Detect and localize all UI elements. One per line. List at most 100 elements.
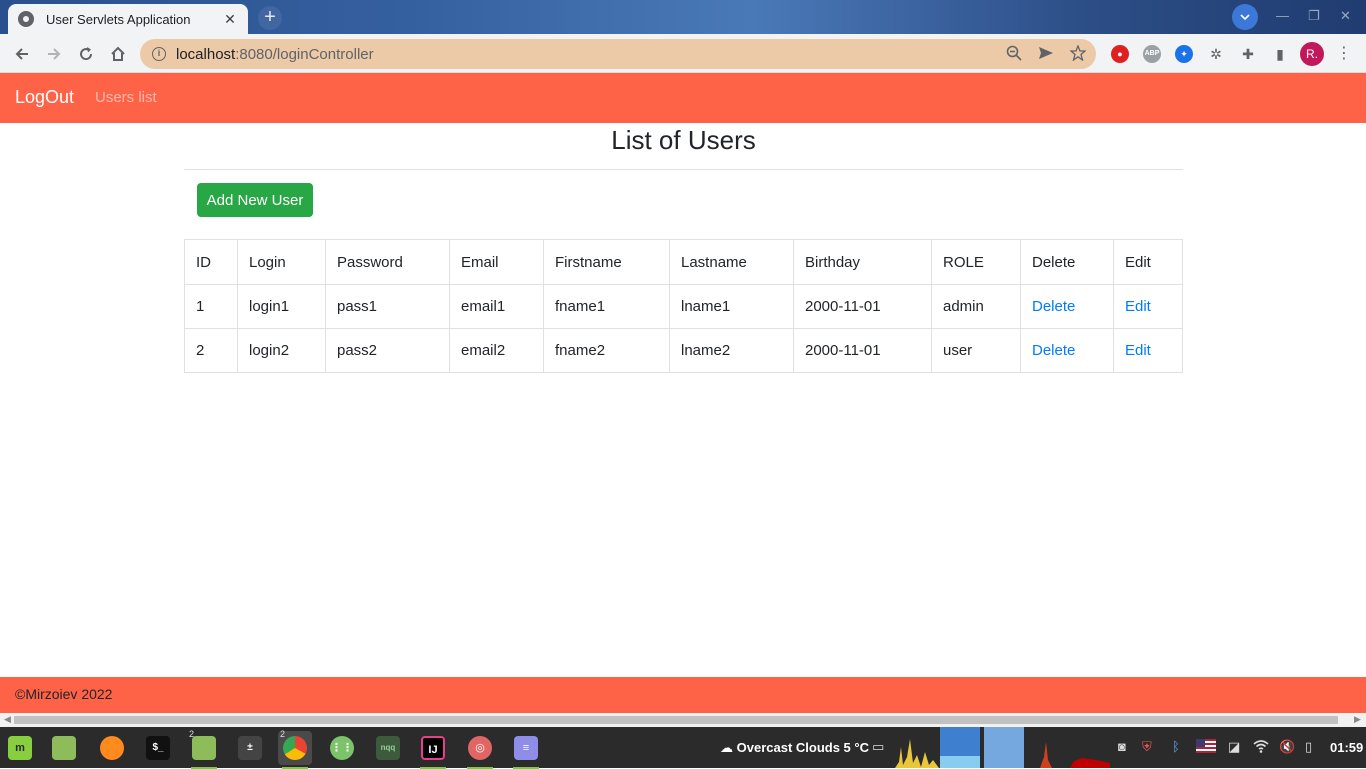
scroll-left-icon[interactable]: ◀ (4, 714, 11, 725)
page-title: List of Users (611, 125, 756, 155)
taskbar-firefox[interactable] (95, 731, 129, 765)
edit-link[interactable]: Edit (1125, 342, 1151, 359)
volume-muted-icon[interactable]: 🔇 (1279, 739, 1295, 755)
globe-icon (18, 11, 34, 27)
users-table: ID Login Password Email Firstname Lastna… (184, 239, 1183, 373)
cell-id: 1 (184, 284, 238, 329)
edit-link[interactable]: Edit (1125, 298, 1151, 315)
wifi-icon[interactable] (1253, 739, 1269, 756)
mint-menu-button[interactable]: m (3, 731, 37, 765)
table-row: 2 login2 pass2 email2 fname2 lname2 2000… (184, 328, 1183, 373)
memory-graph-icon (940, 727, 980, 768)
chevron-down-icon (1240, 14, 1250, 21)
reload-button[interactable] (74, 42, 98, 66)
cell-lastname: lname2 (669, 328, 794, 373)
column-header-firstname: Firstname (543, 239, 670, 285)
taskbar-files-2[interactable]: 2 (187, 729, 221, 769)
home-button[interactable] (106, 42, 130, 66)
cell-login: login2 (237, 328, 326, 373)
scrollbar-thumb[interactable] (14, 716, 1338, 724)
cell-edit: Edit (1113, 284, 1183, 329)
info-icon[interactable]: i (152, 47, 166, 61)
profile-avatar[interactable]: R. (1300, 42, 1324, 66)
taskbar-text-editor[interactable]: ≡ (509, 731, 543, 769)
tab-close-button[interactable]: ✕ (222, 11, 238, 28)
close-window-button[interactable]: ✕ (1340, 8, 1351, 24)
new-tab-button[interactable]: + (258, 6, 282, 30)
cpu-graph-icon (895, 739, 939, 768)
forward-button[interactable] (42, 42, 66, 66)
cell-birthday: 2000-11-01 (793, 284, 932, 329)
update-manager-icon[interactable]: ◪ (1228, 739, 1240, 755)
cell-role: admin (931, 284, 1021, 329)
restore-button[interactable]: ❐ (1308, 8, 1320, 24)
extension-red-icon[interactable]: ● (1111, 45, 1129, 63)
taskbar-chrome[interactable]: 2 (278, 729, 312, 769)
shield-icon[interactable]: ⛨ (1142, 739, 1152, 755)
adblock-icon[interactable]: ABP (1143, 45, 1161, 63)
camera-icon[interactable]: ◙ (1118, 739, 1126, 754)
clock[interactable]: 01:59 (1330, 740, 1363, 755)
arrow-left-icon (15, 48, 28, 60)
taskbar-intellij[interactable]: IJ (416, 731, 450, 769)
taskbar-calculator[interactable]: ± (233, 731, 267, 765)
browser-tab-active[interactable]: User Servlets Application ✕ (8, 4, 248, 34)
send-icon[interactable] (1038, 45, 1054, 65)
column-header-role: ROLE (931, 239, 1021, 285)
window-count-badge: 2 (280, 729, 286, 739)
column-header-email: Email (449, 239, 544, 285)
cell-firstname: fname2 (543, 328, 670, 373)
horizontal-scrollbar[interactable]: ◀ ▶ (0, 713, 1366, 727)
zoom-icon[interactable] (1006, 45, 1022, 65)
weather-applet[interactable]: ☁ Overcast Clouds 5 °C (720, 740, 869, 756)
taskbar-terminal[interactable]: $_ (141, 731, 175, 765)
cell-role: user (931, 328, 1021, 373)
cell-password: pass1 (325, 284, 450, 329)
firefox-icon (100, 736, 124, 760)
minimize-button[interactable]: — (1276, 8, 1289, 23)
side-panel-icon[interactable]: ▮ (1271, 45, 1289, 63)
network-graph-icon (1040, 742, 1110, 768)
puzzle-icon[interactable]: ✚ (1239, 45, 1257, 63)
document-icon: ≡ (514, 736, 538, 760)
extension-blue-icon[interactable]: ✦ (1175, 45, 1193, 63)
scroll-right-icon[interactable]: ▶ (1354, 714, 1361, 725)
add-user-button[interactable]: Add New User (197, 183, 313, 217)
url-text: localhost:8080/loginController (176, 45, 374, 63)
chrome-icon (283, 736, 307, 760)
divider (184, 169, 1183, 170)
taskbar-files[interactable] (47, 731, 81, 765)
back-button[interactable] (10, 42, 34, 66)
mint-logo-icon: m (8, 736, 32, 760)
battery-icon[interactable]: ▯ (1305, 739, 1312, 755)
delete-link[interactable]: Delete (1032, 342, 1075, 359)
notes-icon[interactable]: ▭ (872, 739, 884, 755)
bookmark-star-icon[interactable] (1069, 44, 1087, 65)
logout-link[interactable]: LogOut (15, 87, 74, 108)
arrow-right-icon (48, 48, 61, 60)
notepadqq-icon: nqq (376, 736, 400, 760)
taskbar-notepadqq[interactable]: nqq (371, 731, 405, 765)
taskbar-app-grid[interactable]: ⋮⋮ (325, 731, 359, 765)
cell-lastname: lname1 (669, 284, 794, 329)
keyboard-layout-flag-icon[interactable] (1196, 739, 1216, 756)
taskbar-glasses-app[interactable]: ◎ (463, 731, 497, 769)
users-list-link[interactable]: Users list (95, 89, 157, 106)
column-header-id: ID (184, 239, 238, 285)
column-header-delete: Delete (1020, 239, 1114, 285)
calculator-icon: ± (238, 736, 262, 760)
extension-gear-icon[interactable]: ✲ (1207, 45, 1225, 63)
tab-search-button[interactable] (1232, 4, 1258, 30)
page-footer: ©Mirzoiev 2022 (0, 677, 1366, 713)
menu-dots-icon[interactable]: ⋮ (1336, 43, 1352, 63)
table-row: 1 login1 pass1 email1 fname1 lname1 2000… (184, 284, 1183, 329)
column-header-login: Login (237, 239, 326, 285)
address-bar[interactable]: i localhost:8080/loginController (140, 39, 1096, 69)
bluetooth-icon[interactable]: ᛒ (1172, 739, 1180, 754)
cell-birthday: 2000-11-01 (793, 328, 932, 373)
app-grid-icon: ⋮⋮ (330, 736, 354, 760)
intellij-icon: IJ (421, 736, 445, 760)
browser-tab-strip: User Servlets Application ✕ + — ❐ ✕ (0, 0, 1366, 34)
tab-title: User Servlets Application (46, 11, 191, 27)
delete-link[interactable]: Delete (1032, 298, 1075, 315)
